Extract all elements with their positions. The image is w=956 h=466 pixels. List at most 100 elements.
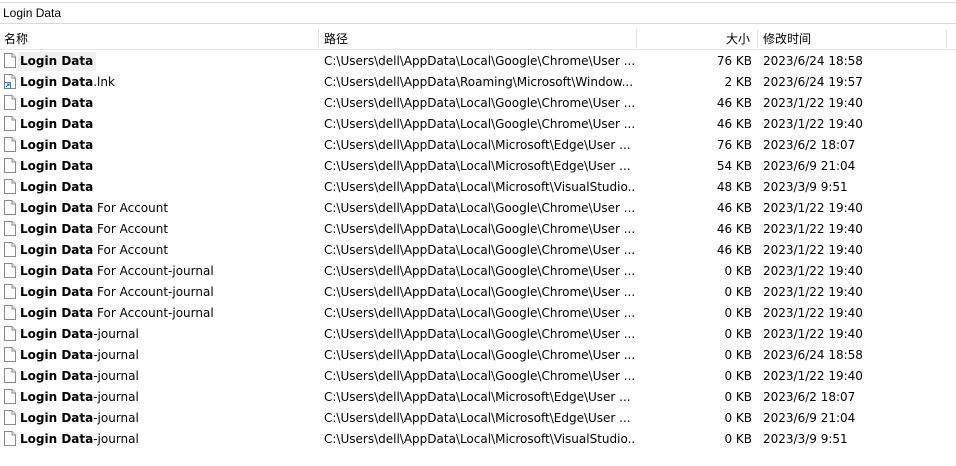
file-modified: 2023/1/22 19:40 xyxy=(763,327,863,341)
file-size: 2 KB xyxy=(724,75,752,89)
file-name-match: Login Data xyxy=(20,264,94,278)
file-icon xyxy=(4,410,16,425)
file-modified: 2023/1/22 19:40 xyxy=(763,117,863,131)
file-name-match: Login Data xyxy=(20,54,94,68)
file-size: 0 KB xyxy=(724,432,752,446)
file-path: C:\Users\dell\AppData\Local\Google\Chrom… xyxy=(324,369,636,383)
file-size: 0 KB xyxy=(724,306,752,320)
file-name-match: Login Data xyxy=(20,138,94,152)
file-path: C:\Users\dell\AppData\Local\Google\Chrom… xyxy=(324,285,636,299)
file-name[interactable]: Login Data-journal xyxy=(18,409,142,428)
file-name[interactable]: Login Data-journal xyxy=(18,367,142,386)
file-icon xyxy=(4,242,16,257)
file-modified: 2023/1/22 19:40 xyxy=(763,306,863,320)
table-row[interactable]: Login Data C:\Users\dell\AppData\Local\Go… xyxy=(0,114,956,135)
file-icon xyxy=(4,389,16,404)
file-name-match: Login Data xyxy=(20,159,94,173)
file-name-rest: For Account xyxy=(93,201,169,215)
file-name[interactable]: Login Data-journal xyxy=(18,430,142,449)
file-modified: 2023/6/9 21:04 xyxy=(763,411,856,425)
file-size: 0 KB xyxy=(724,285,752,299)
column-divider[interactable] xyxy=(946,29,947,49)
column-divider[interactable] xyxy=(636,29,637,49)
file-name[interactable]: Login Data For Account-journal xyxy=(18,262,217,281)
table-row[interactable]: Login Data-journal C:\Users\dell\AppData\… xyxy=(0,408,956,429)
table-row[interactable]: Login Data C:\Users\dell\AppData\Local\Go… xyxy=(0,93,956,114)
table-row[interactable]: Login Data For Account C:\Users\dell\AppD… xyxy=(0,240,956,261)
table-row[interactable]: Login Data For Account C:\Users\dell\AppD… xyxy=(0,219,956,240)
file-path: C:\Users\dell\AppData\Local\Google\Chrom… xyxy=(324,201,636,215)
search-bar xyxy=(0,2,956,24)
file-modified: 2023/1/22 19:40 xyxy=(763,96,863,110)
file-name[interactable]: Login Data xyxy=(18,115,96,134)
file-name[interactable]: Login Data For Account xyxy=(18,199,171,218)
column-header-modified[interactable]: 修改时间 xyxy=(763,29,811,49)
file-name[interactable]: Login Data xyxy=(18,94,96,113)
file-path: C:\Users\dell\AppData\Local\Google\Chrom… xyxy=(324,327,636,341)
table-row[interactable]: Login Data-journal C:\Users\dell\AppData\… xyxy=(0,387,956,408)
file-size: 0 KB xyxy=(724,264,752,278)
file-size: 0 KB xyxy=(724,369,752,383)
search-input[interactable] xyxy=(0,4,956,22)
table-row[interactable]: Login Data For Account C:\Users\dell\AppD… xyxy=(0,198,956,219)
table-row[interactable]: Login Data.lnk C:\Users\dell\AppData\Roam… xyxy=(0,72,956,93)
table-row[interactable]: Login Data-journal C:\Users\dell\AppData\… xyxy=(0,345,956,366)
column-header-size[interactable]: 大小 xyxy=(638,29,750,49)
results-list: Login Data C:\Users\dell\AppData\Local\Go… xyxy=(0,51,956,450)
file-size: 0 KB xyxy=(724,390,752,404)
file-name-match: Login Data xyxy=(20,432,94,446)
file-size: 76 KB xyxy=(716,54,752,68)
file-size: 0 KB xyxy=(724,411,752,425)
file-name[interactable]: Login Data xyxy=(18,178,96,197)
column-header-path[interactable]: 路径 xyxy=(324,29,348,49)
file-path: C:\Users\dell\AppData\Local\Microsoft\Vi… xyxy=(324,180,636,194)
table-row[interactable]: Login Data For Account-journal C:\Users\d… xyxy=(0,261,956,282)
file-name-match: Login Data xyxy=(20,117,94,131)
file-name[interactable]: Login Data xyxy=(18,157,96,176)
table-row[interactable]: Login Data For Account-journal C:\Users\d… xyxy=(0,282,956,303)
file-name-rest: -journal xyxy=(93,348,139,362)
file-name[interactable]: Login Data xyxy=(18,136,96,155)
file-icon xyxy=(4,284,16,299)
column-header-name[interactable]: 名称 xyxy=(4,29,28,49)
table-row[interactable]: Login Data For Account-journal C:\Users\d… xyxy=(0,303,956,324)
file-name[interactable]: Login Data For Account-journal xyxy=(18,304,217,323)
file-modified: 2023/1/22 19:40 xyxy=(763,243,863,257)
table-row[interactable]: Login Data C:\Users\dell\AppData\Local\Mi… xyxy=(0,135,956,156)
file-name[interactable]: Login Data For Account xyxy=(18,220,171,239)
file-modified: 2023/6/2 18:07 xyxy=(763,138,856,152)
file-name[interactable]: Login Data-journal xyxy=(18,346,142,365)
table-row[interactable]: Login Data-journal C:\Users\dell\AppData\… xyxy=(0,429,956,450)
file-size: 46 KB xyxy=(716,222,752,236)
file-path: C:\Users\dell\AppData\Local\Google\Chrom… xyxy=(324,306,636,320)
file-path: C:\Users\dell\AppData\Local\Microsoft\Ed… xyxy=(324,411,631,425)
file-name-rest: For Account xyxy=(93,222,169,236)
file-name-match: Login Data xyxy=(20,201,94,215)
file-path: C:\Users\dell\AppData\Roaming\Microsoft\… xyxy=(324,75,634,89)
file-path: C:\Users\dell\AppData\Local\Google\Chrom… xyxy=(324,243,636,257)
file-modified: 2023/6/24 18:58 xyxy=(763,54,863,68)
table-row[interactable]: Login Data C:\Users\dell\AppData\Local\Mi… xyxy=(0,156,956,177)
file-icon xyxy=(4,347,16,362)
table-row[interactable]: Login Data-journal C:\Users\dell\AppData\… xyxy=(0,366,956,387)
file-name-rest: -journal xyxy=(93,411,139,425)
file-name[interactable]: Login Data.lnk xyxy=(18,73,118,92)
file-name[interactable]: Login Data For Account-journal xyxy=(18,283,217,302)
table-row[interactable]: Login Data C:\Users\dell\AppData\Local\Mi… xyxy=(0,177,956,198)
table-row[interactable]: Login Data C:\Users\dell\AppData\Local\Go… xyxy=(0,51,956,72)
file-name-match: Login Data xyxy=(20,222,94,236)
file-icon xyxy=(4,221,16,236)
file-name-rest: -journal xyxy=(93,369,139,383)
file-name[interactable]: Login Data-journal xyxy=(18,325,142,344)
file-modified: 2023/1/22 19:40 xyxy=(763,264,863,278)
file-icon xyxy=(4,431,16,446)
file-name-rest: For Account-journal xyxy=(93,264,214,278)
file-name[interactable]: Login Data-journal xyxy=(18,388,142,407)
table-row[interactable]: Login Data-journal C:\Users\dell\AppData\… xyxy=(0,324,956,345)
column-divider[interactable] xyxy=(757,29,758,49)
file-name[interactable]: Login Data xyxy=(18,52,97,71)
file-icon xyxy=(4,305,16,320)
file-name[interactable]: Login Data For Account xyxy=(18,241,171,260)
column-divider[interactable] xyxy=(318,29,319,49)
file-name-match: Login Data xyxy=(20,390,94,404)
